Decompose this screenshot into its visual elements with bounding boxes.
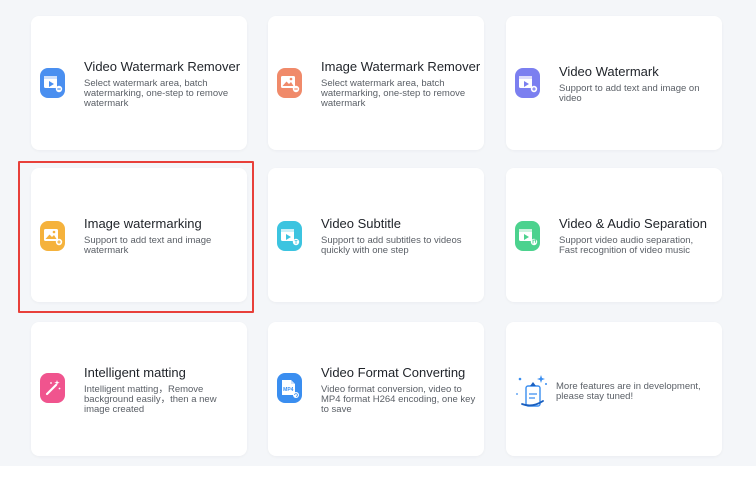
card-description: Select watermark area, batch watermarkin… (321, 78, 466, 109)
card-title: Video & Audio Separation (559, 216, 707, 231)
card-video-audio-separation[interactable]: Video & Audio Separation Support video a… (506, 168, 722, 302)
card-more-features: More features are in development, please… (506, 322, 722, 456)
video-audio-separation-icon (515, 221, 540, 251)
image-watermarking-icon (40, 221, 65, 251)
card-title: Image Watermark Remover (321, 59, 481, 74)
card-description: Select watermark area, batch watermarkin… (84, 78, 229, 109)
video-format-converting-icon: MP4 (277, 373, 302, 403)
card-description: Support to add text and image on video (559, 83, 700, 104)
card-image-watermark-remover[interactable]: Image Watermark Remover Select watermark… (268, 16, 484, 150)
video-watermark-remover-icon (40, 68, 65, 98)
card-title: Intelligent matting (84, 365, 186, 380)
card-description: Video format conversion, video to MP4 fo… (321, 384, 476, 415)
image-watermark-remover-icon (277, 68, 302, 98)
card-video-watermark-remover[interactable]: Video Watermark Remover Select watermark… (31, 16, 247, 150)
video-watermark-icon (515, 68, 540, 98)
card-description: Intelligent matting，Remove background ea… (84, 384, 217, 415)
card-description: Support to add subtitles to videos quick… (321, 235, 462, 256)
card-intelligent-matting[interactable]: Intelligent matting Intelligent matting，… (31, 322, 247, 456)
card-description: Support video audio separation, Fast rec… (559, 235, 694, 256)
mp4-badge: MP4 (283, 387, 294, 393)
card-description: Support to add text and image watermark (84, 235, 212, 256)
card-title: Image watermarking (84, 216, 202, 231)
card-video-subtitle[interactable]: T Video Subtitle Support to add subtitle… (268, 168, 484, 302)
video-subtitle-icon: T (277, 221, 302, 251)
card-title: Video Subtitle (321, 216, 401, 231)
more-features-text: More features are in development, please… (556, 381, 701, 402)
card-title: Video Watermark Remover (84, 59, 241, 74)
card-title: Video Watermark (559, 64, 659, 79)
intelligent-matting-icon (40, 373, 65, 403)
card-video-watermark[interactable]: Video Watermark Support to add text and … (506, 16, 722, 150)
bottom-strip (0, 466, 756, 477)
card-video-format-converting[interactable]: MP4 Video Format Converting Video format… (268, 322, 484, 456)
svg-text:T: T (294, 240, 297, 246)
card-title: Video Format Converting (321, 365, 466, 380)
under-development-illustration (512, 370, 552, 414)
card-image-watermarking[interactable]: Image watermarking Support to add text a… (31, 168, 247, 302)
